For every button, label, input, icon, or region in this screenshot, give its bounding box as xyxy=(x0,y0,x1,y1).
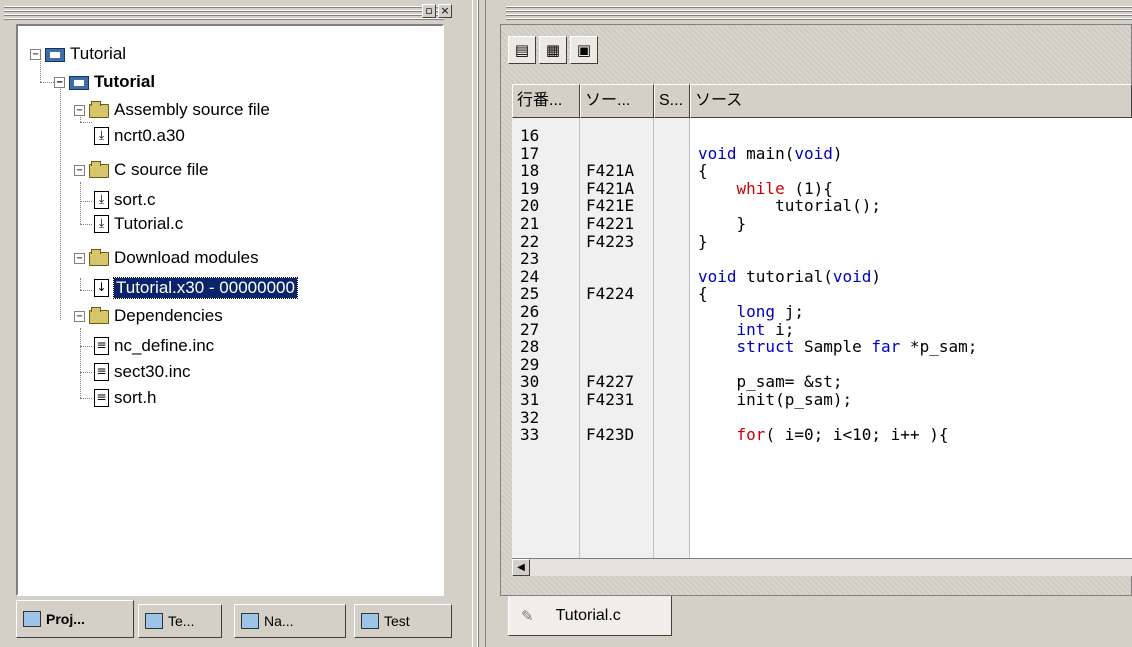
source-mode-icon[interactable]: ▤ xyxy=(508,36,536,64)
tree-label: Tutorial.c xyxy=(114,214,184,233)
column-header-status[interactable]: S... xyxy=(654,84,690,118)
tree-label: C source file xyxy=(114,160,209,179)
file-tab-tutorial-c[interactable]: ✎ Tutorial.c xyxy=(508,596,672,636)
tree-file[interactable]: ≡ nc_define.inc xyxy=(94,334,214,358)
collapse-toggle[interactable]: − xyxy=(54,76,65,88)
source-file-icon: ⤓ xyxy=(94,127,109,145)
tab-templates[interactable]: Te... xyxy=(138,604,222,638)
tab-navigation[interactable]: Na... xyxy=(234,604,346,638)
source-view[interactable]: 16 17 void main(void) 18 F421A{19 F421A while… xyxy=(512,118,1132,558)
column-header-address[interactable]: ソー... xyxy=(580,84,654,118)
include-file-icon: ≡ xyxy=(94,337,109,355)
folder-icon xyxy=(89,161,109,178)
project-icon xyxy=(69,76,89,90)
tree-folder-c-source[interactable]: − C source file xyxy=(74,158,208,182)
collapse-toggle[interactable]: − xyxy=(74,310,85,322)
project-tree[interactable]: − Tutorial − Tutorial − Assembly source … xyxy=(16,24,444,596)
code-line[interactable]: 33 F423D for( i=0; i<10; i++ ){ xyxy=(512,425,1132,445)
tree-label: Dependencies xyxy=(114,306,223,325)
line-address: F423D xyxy=(586,425,635,445)
folder-icon xyxy=(89,249,109,266)
workspace-icon xyxy=(45,48,65,62)
file-tab-icon: ✎ xyxy=(521,606,534,625)
restore-button[interactable]: ▫ xyxy=(422,4,436,18)
pane-grip[interactable] xyxy=(506,6,1132,20)
collapse-toggle[interactable]: − xyxy=(74,164,85,176)
tree-file[interactable]: ≡ sect30.inc xyxy=(94,360,191,384)
tree-folder-dependencies[interactable]: − Dependencies xyxy=(74,304,223,328)
tree-file[interactable]: ⤓ Tutorial.c xyxy=(94,212,183,236)
tree-label: sect30.inc xyxy=(114,362,191,381)
collapse-toggle[interactable]: − xyxy=(74,252,85,264)
collapse-toggle[interactable]: − xyxy=(74,104,85,116)
source-file-icon: ⤓ xyxy=(94,215,109,233)
close-button[interactable]: × xyxy=(438,4,452,18)
tree-label: sort.c xyxy=(114,190,156,209)
include-file-icon: ≡ xyxy=(94,389,109,407)
templates-tab-icon xyxy=(145,613,163,629)
tree-file[interactable]: ⤓ sort.c xyxy=(94,188,156,212)
pane-grip[interactable] xyxy=(4,6,444,20)
tab-label: Test xyxy=(384,613,410,629)
horizontal-scrollbar[interactable]: ◀ xyxy=(512,558,1132,576)
workspace-tab-strip: Proj... Te... Na... Test xyxy=(16,600,456,642)
scroll-left-arrow-icon[interactable]: ◀ xyxy=(512,559,530,576)
pane-splitter[interactable] xyxy=(472,0,486,647)
tree-label: sort.h xyxy=(114,388,157,407)
tree-label: Tutorial xyxy=(70,44,127,63)
tab-label: Proj... xyxy=(46,611,85,627)
project-pane: ▫ × − Tutorial − Tutorial − Assembly sou… xyxy=(0,0,472,647)
source-column-header: 行番... ソー... S... ソース xyxy=(512,84,1132,118)
tree-file[interactable]: ⤓ ncrt0.a30 xyxy=(94,124,185,148)
projects-tab-icon xyxy=(23,611,41,627)
download-module-icon: ↓ xyxy=(94,279,109,297)
tab-test[interactable]: Test xyxy=(354,604,452,638)
tree-folder-assembly[interactable]: − Assembly source file xyxy=(74,98,270,122)
folder-icon xyxy=(89,307,109,324)
source-file-icon: ⤓ xyxy=(94,191,109,209)
tree-label: Download modules xyxy=(114,248,259,267)
file-tab-strip: ✎ Tutorial.c xyxy=(500,596,1132,642)
editor-pane: ▤ ▦ ▣ 行番... ソー... S... ソース 16 17 void main… xyxy=(490,0,1132,647)
folder-icon xyxy=(89,101,109,118)
file-tab-label: Tutorial.c xyxy=(555,606,621,624)
tree-file-selected[interactable]: ↓ Tutorial.x30 - 00000000 xyxy=(94,276,298,300)
collapse-toggle[interactable]: − xyxy=(30,48,41,60)
mixed-mode-icon[interactable]: ▣ xyxy=(570,36,598,64)
tree-label: ncrt0.a30 xyxy=(114,126,185,145)
column-header-source[interactable]: ソース xyxy=(690,84,1132,118)
tab-projects[interactable]: Proj... xyxy=(16,600,134,638)
include-file-icon: ≡ xyxy=(94,363,109,381)
line-number: 33 xyxy=(520,425,540,445)
tree-node-project[interactable]: − Tutorial xyxy=(54,70,155,94)
tree-label: nc_define.inc xyxy=(114,336,215,355)
tree-label: Tutorial.x30 - 00000000 xyxy=(113,277,298,299)
test-tab-icon xyxy=(361,613,379,629)
tree-node-workspace[interactable]: − Tutorial xyxy=(30,42,126,66)
tree-label: Assembly source file xyxy=(114,100,270,119)
disassembly-mode-icon[interactable]: ▦ xyxy=(539,36,567,64)
column-header-line-number[interactable]: 行番... xyxy=(512,84,580,118)
tab-label: Na... xyxy=(264,613,294,629)
tree-file[interactable]: ≡ sort.h xyxy=(94,386,157,410)
line-source: for( i=0; i<10; i++ ){ xyxy=(736,425,949,445)
editor-toolbar: ▤ ▦ ▣ xyxy=(508,36,598,70)
tree-folder-download[interactable]: − Download modules xyxy=(74,246,259,270)
tab-label: Te... xyxy=(168,613,195,629)
navigation-tab-icon xyxy=(241,613,259,629)
tree-label: Tutorial xyxy=(94,72,156,91)
